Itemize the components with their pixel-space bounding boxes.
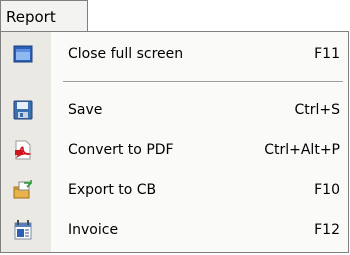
menu-item-shortcut: F10 [314,182,340,198]
menu-report[interactable]: Report [0,0,88,32]
menu-item-label: Save [68,102,103,118]
report-dropdown-menu: Close full screen F11 Save Ctrl+S Conver… [0,31,349,253]
window-icon [12,43,34,65]
menu-item-shortcut: F12 [314,222,340,238]
menu-item-label: Close full screen [68,46,184,62]
menu-item-export-to-cb[interactable]: Export to CB F10 [1,170,348,210]
menu-item-shortcut: F11 [314,46,340,62]
menu-bar: Report [0,0,350,32]
menu-item-shortcut: Ctrl+Alt+P [264,142,340,158]
floppy-disk-icon [12,99,34,121]
menu-item-label: Convert to PDF [68,142,174,158]
menu-item-shortcut: Ctrl+S [294,102,340,118]
menu-item-invoice[interactable]: Invoice F12 [1,210,348,250]
menu-item-label: Invoice [68,222,119,238]
menu-item-save[interactable]: Save Ctrl+S [1,90,348,130]
menu-item-close-full-screen[interactable]: Close full screen F11 [1,34,348,74]
pdf-icon [12,139,34,161]
menu-item-label: Export to CB [68,182,157,198]
menu-item-convert-to-pdf[interactable]: Convert to PDF Ctrl+Alt+P [1,130,348,170]
export-icon [12,179,34,201]
invoice-icon [12,219,34,241]
menu-separator [63,81,343,83]
